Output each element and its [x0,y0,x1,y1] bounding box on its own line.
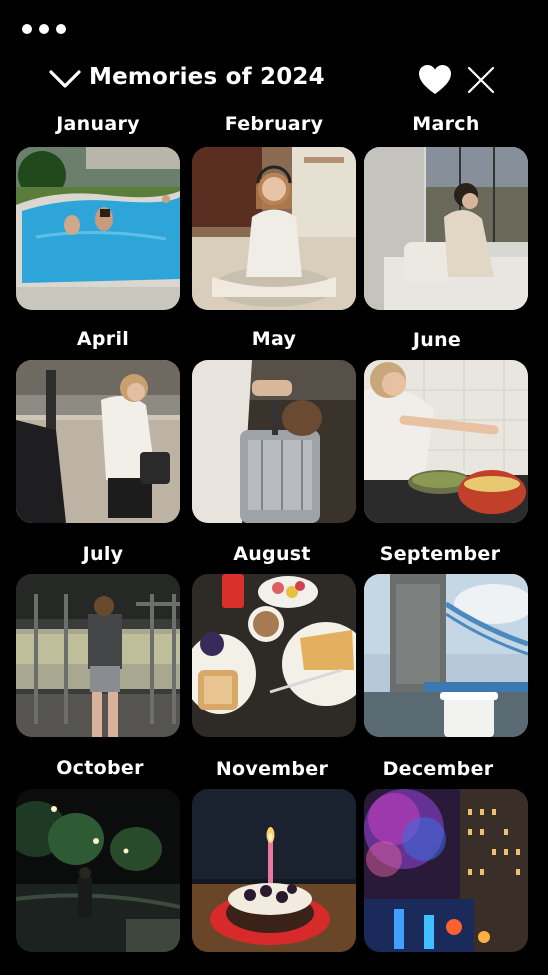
month-tile-march[interactable] [364,147,528,310]
suitcase-photo [192,360,356,523]
month-tile-september[interactable] [364,574,528,737]
pool-photo [16,147,180,310]
month-tile-december[interactable] [364,789,528,952]
cooking-photo [364,360,528,523]
month-tile-january[interactable] [16,147,180,310]
month-label-july: July [82,543,124,565]
month-tile-may[interactable] [192,360,356,523]
month-tile-june[interactable] [364,360,528,523]
month-label-december: December [382,758,494,780]
month-label-september: September [379,543,501,565]
gym-photo [16,574,180,737]
meditation-photo [192,147,356,310]
month-tile-august[interactable] [192,574,356,737]
month-label-june: June [412,329,462,351]
month-label-may: May [251,328,297,350]
month-label-october: October [56,757,144,779]
month-label-august: August [233,543,311,565]
month-tile-october[interactable] [16,789,180,952]
months-grid: January February March April May June Ju… [0,0,548,975]
breakfast-photo [192,574,356,737]
birthday-cake-photo [192,789,356,952]
month-tile-april[interactable] [16,360,180,523]
month-label-january: January [56,113,140,135]
month-label-november: November [215,758,329,780]
month-label-march: March [412,113,480,135]
month-tile-july[interactable] [16,574,180,737]
night-rain-photo [16,789,180,952]
street-photo [16,360,180,523]
month-label-april: April [76,328,130,350]
month-tile-november[interactable] [192,789,356,952]
tower-bridge-photo [364,574,528,737]
window-sofa-photo [364,147,528,310]
month-tile-february[interactable] [192,147,356,310]
fireworks-photo [364,789,528,952]
month-label-february: February [224,113,324,135]
